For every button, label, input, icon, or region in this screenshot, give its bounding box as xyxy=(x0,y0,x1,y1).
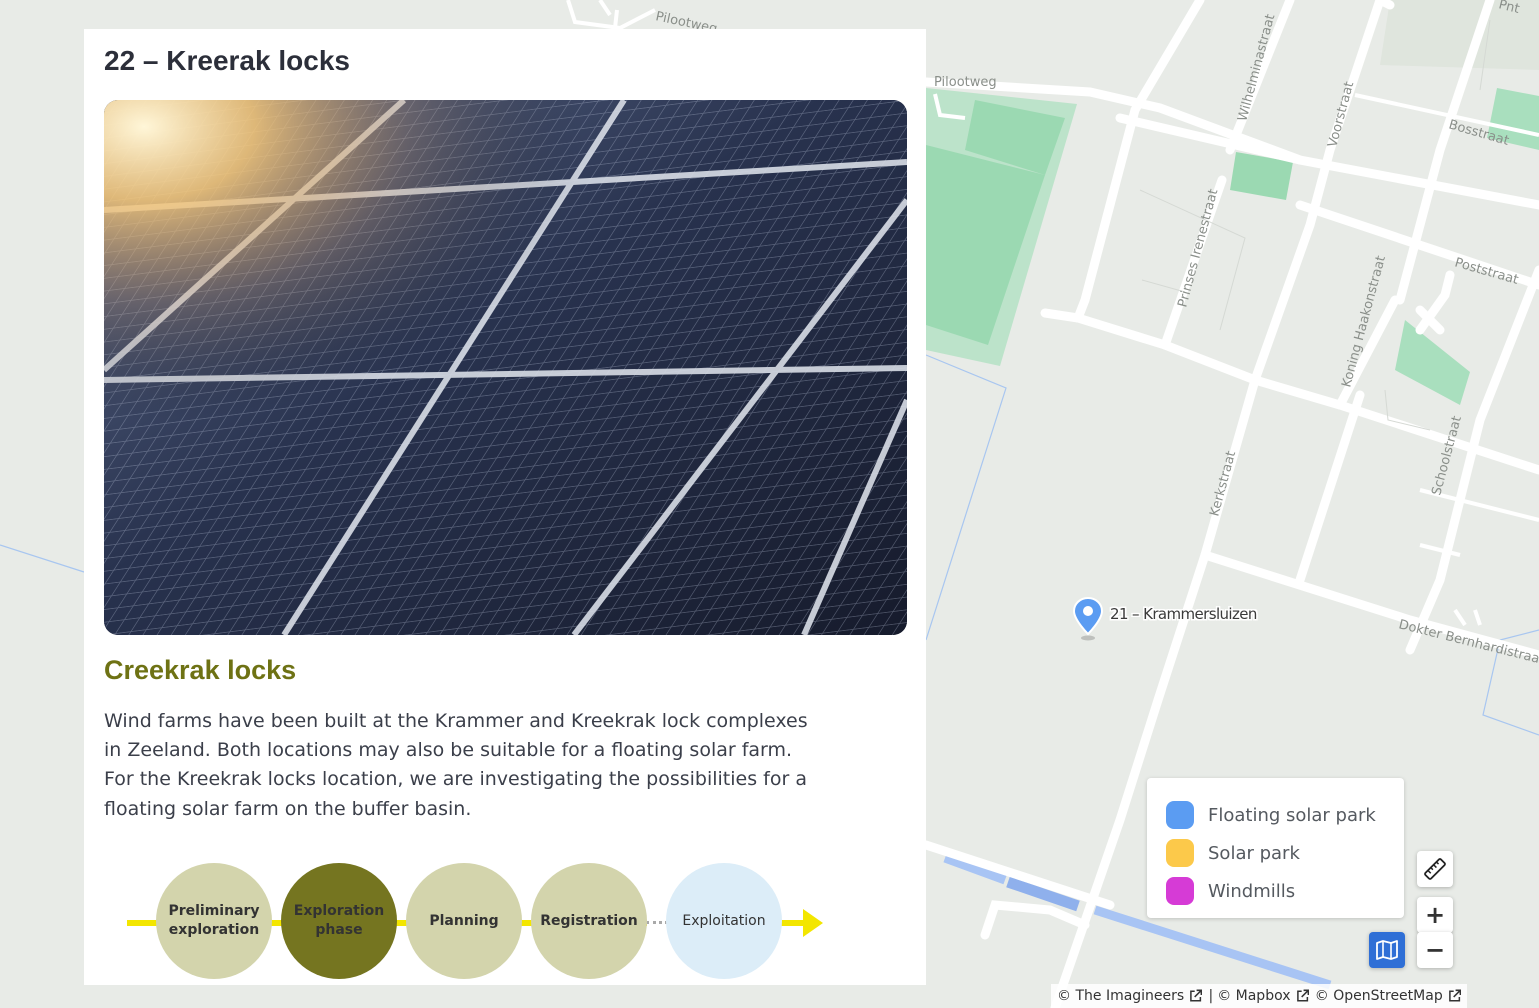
attribution-imagineers-link[interactable]: © The Imagineers xyxy=(1057,988,1184,1004)
marker-label[interactable]: 21 – Krammersluizen xyxy=(1110,605,1257,623)
street-label: Pilootweg xyxy=(934,75,997,90)
project-description: Wind farms have been built at the Kramme… xyxy=(104,710,808,820)
street-label: Kerkstraat xyxy=(1207,449,1239,518)
map-layers-icon xyxy=(1376,940,1398,960)
stage-exploitation[interactable]: Exploitation xyxy=(666,863,782,979)
stage-label: Planning xyxy=(429,912,499,929)
stage-planning[interactable]: Planning xyxy=(406,863,522,979)
map-legend: Floating solar park Solar park Windmills xyxy=(1147,778,1404,918)
street-label: Poststraat xyxy=(1453,255,1520,287)
legend-item-solar-park[interactable]: Solar park xyxy=(1166,834,1404,872)
external-link-icon xyxy=(1296,989,1309,1002)
attribution-mapbox-link[interactable]: © Mapbox xyxy=(1217,988,1290,1004)
legend-swatch xyxy=(1166,801,1194,829)
stage-exploration-phase[interactable]: Exploration phase xyxy=(281,863,397,979)
legend-swatch xyxy=(1166,839,1194,867)
legend-item-windmills[interactable]: Windmills xyxy=(1166,872,1404,910)
street-label: Prinses Irenestraat xyxy=(1175,187,1221,309)
attribution-separator: | xyxy=(1208,988,1214,1004)
page-title: 22 – Kreerak locks xyxy=(104,45,350,76)
project-subtitle: Creekrak locks xyxy=(104,655,297,685)
street-label: Dokter Bernhardistraat xyxy=(1397,617,1539,668)
solar-panels-image xyxy=(104,100,907,635)
legend-label: Floating solar park xyxy=(1208,804,1376,826)
stage-preliminary-exploration[interactable]: Preliminary exploration xyxy=(156,863,272,979)
stage-label: Registration xyxy=(540,912,638,929)
street-label: Voorstraat xyxy=(1325,80,1357,149)
attribution-openstreetmap-link[interactable]: © OpenStreetMap xyxy=(1315,988,1443,1004)
timeline-arrow-icon xyxy=(781,909,823,937)
map-pin-icon[interactable] xyxy=(1072,596,1104,642)
zoom-out-button[interactable]: − xyxy=(1417,932,1453,968)
legend-item-floating-solar-park[interactable]: Floating solar park xyxy=(1166,796,1404,834)
measure-button[interactable] xyxy=(1417,851,1453,887)
timeline-dots xyxy=(646,921,668,924)
stage-label: Exploitation xyxy=(682,912,766,929)
map-layers-button[interactable] xyxy=(1369,932,1405,968)
stage-label: Preliminary exploration xyxy=(168,903,260,938)
street-label: Wilhelminastraat xyxy=(1235,13,1278,123)
external-link-icon xyxy=(1190,989,1203,1002)
legend-label: Windmills xyxy=(1208,880,1296,902)
legend-label: Solar park xyxy=(1208,842,1300,864)
project-timeline: Preliminary exploration Exploration phas… xyxy=(84,859,926,985)
map-attribution: © The Imagineers | © Mapbox © OpenStreet… xyxy=(1051,984,1467,1008)
legend-swatch xyxy=(1166,877,1194,905)
stage-label: Exploration phase xyxy=(293,903,385,938)
ruler-icon xyxy=(1424,858,1446,880)
external-link-icon xyxy=(1448,989,1461,1002)
stage-registration[interactable]: Registration xyxy=(531,863,647,979)
zoom-in-button[interactable]: + xyxy=(1417,897,1453,933)
info-panel: 22 – Kreerak locks Creekrak locks Wind f… xyxy=(84,29,926,985)
